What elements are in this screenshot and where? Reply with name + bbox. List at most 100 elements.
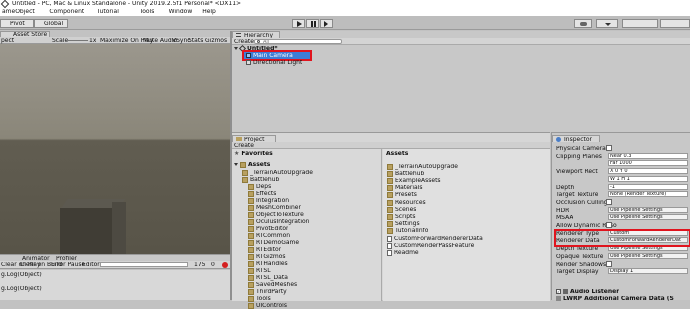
asset-item[interactable]: Presets	[387, 192, 417, 199]
tree-folder[interactable]: UIControls	[248, 302, 287, 309]
account-button[interactable]	[596, 19, 618, 28]
checkbox[interactable]	[606, 222, 612, 228]
collab-button[interactable]	[574, 19, 592, 28]
play-button[interactable]	[292, 19, 305, 28]
tree-folder[interactable]: _TerrainAutoUpgrade	[242, 169, 313, 176]
tab-inspector[interactable]: Inspector	[552, 135, 600, 143]
value-field[interactable]: Near 0.3	[608, 152, 688, 159]
hierarchy-search[interactable]: All	[254, 39, 342, 45]
inspector-row: W 1 H 1	[556, 175, 689, 183]
value-field[interactable]: None (Render Texture)	[608, 191, 688, 198]
menu-item[interactable]: Tools	[140, 9, 155, 15]
menu-item[interactable]: Tutorial	[97, 9, 119, 15]
tree-folder[interactable]: Tools	[248, 295, 271, 302]
log-line[interactable]: g.Log(Object)	[1, 272, 42, 278]
menu-item[interactable]: ameObject	[2, 9, 35, 15]
dropdown-field[interactable]: Use Pipeline Settings	[608, 206, 688, 213]
asset-item[interactable]: Materials	[387, 185, 423, 192]
assets-breadcrumb[interactable]: Assets	[386, 151, 408, 157]
tab-hierarchy[interactable]: Hierarchy	[232, 31, 280, 39]
menu-item[interactable]: Component	[49, 9, 84, 15]
checkbox[interactable]	[606, 145, 612, 151]
menu-item[interactable]: Help	[202, 9, 216, 15]
highlight-box	[554, 229, 690, 247]
tab-project[interactable]: Project	[232, 135, 276, 143]
tree-folder[interactable]: Deps	[248, 183, 271, 190]
tree-folder[interactable]: SavedMeshes	[248, 281, 297, 288]
field-label: Viewport Rect	[556, 169, 598, 176]
log-count[interactable]: 175	[194, 262, 205, 268]
value-field[interactable]: Far 1000	[608, 160, 688, 167]
scale-slider[interactable]	[68, 40, 88, 41]
asset-item[interactable]: TutorialInfo	[387, 228, 428, 235]
asset-item[interactable]: Scenes	[387, 206, 416, 213]
folder-icon	[387, 206, 393, 213]
tree-folder[interactable]: RTSL	[248, 267, 271, 274]
dropdown-field[interactable]: Use Pipeline Settings	[608, 252, 688, 259]
expand-arrow-icon	[234, 47, 238, 50]
asset-item[interactable]: Battlehub	[387, 170, 424, 177]
folder-icon	[248, 225, 254, 232]
tree-folder[interactable]: ThirdParty	[248, 288, 287, 295]
project-tree: ★ Favorites Assets _TerrainAutoUpgrade Ba…	[232, 149, 382, 309]
pivot-button[interactable]: Pivot	[0, 19, 34, 28]
checkbox[interactable]	[606, 260, 612, 267]
global-button[interactable]: Global	[34, 19, 68, 28]
game-view[interactable]	[0, 44, 230, 258]
folder-icon	[248, 288, 254, 295]
step-icon	[324, 21, 328, 27]
checkbox-checked-icon[interactable]: ✓	[556, 289, 561, 294]
tree-folder[interactable]: RTGizmos	[248, 253, 286, 260]
asset-item[interactable]: Settings	[387, 221, 420, 228]
folder-icon	[387, 185, 393, 192]
favorites-row[interactable]: ★ Favorites	[234, 150, 273, 157]
asset-item[interactable]: CustomRenderPassFeature	[387, 242, 474, 249]
checkbox[interactable]	[606, 198, 612, 205]
tree-folder[interactable]: MeshCombiner	[248, 204, 301, 211]
editor-dropdown[interactable]: Editor	[82, 262, 100, 268]
tree-folder[interactable]: Integration	[248, 197, 289, 204]
pause-button[interactable]	[306, 19, 319, 28]
asset-item[interactable]: Readme	[387, 249, 419, 256]
layers-button[interactable]	[622, 19, 658, 28]
folder-icon	[236, 137, 242, 141]
asset-item[interactable]: Scripts	[387, 213, 416, 220]
hierarchy-item-directional-light[interactable]: Directional Light	[246, 59, 302, 66]
tree-folder[interactable]: Battlehub	[242, 176, 279, 183]
play-icon	[297, 21, 302, 27]
tree-folder[interactable]: RTCommon	[248, 232, 290, 239]
tree-folder[interactable]: RTDemoGame	[248, 239, 299, 246]
assets-row[interactable]: Assets	[234, 161, 270, 168]
dropdown-field[interactable]: Use Pipeline Settings	[608, 214, 688, 221]
warning-count[interactable]: 0	[211, 262, 215, 268]
asset-item[interactable]: Resources	[387, 199, 426, 206]
hierarchy-panel: Hierarchy Create All Untitled* Main Came…	[232, 31, 690, 132]
tree-folder[interactable]: RTHandles	[248, 260, 288, 267]
tree-folder[interactable]: Effects	[248, 190, 276, 197]
menu-item[interactable]: Window	[169, 9, 193, 15]
tree-folder[interactable]: RTEditor	[248, 246, 281, 253]
step-button[interactable]	[320, 19, 333, 28]
console-search-field[interactable]	[100, 262, 188, 267]
asset-file-icon	[387, 242, 392, 249]
dropdown-field[interactable]: Display 1	[608, 268, 688, 275]
folder-icon	[248, 302, 254, 309]
tree-folder[interactable]: ObjectToTexture	[248, 211, 304, 218]
component-audio-listener[interactable]: ✓ Audio Listener	[556, 288, 619, 295]
value-field[interactable]: X 0 Y 0	[608, 168, 688, 175]
error-pause-toggle[interactable]: Error Pause	[51, 262, 85, 268]
value-field[interactable]: -1	[608, 183, 688, 190]
value-field[interactable]: W 1 H 1	[608, 175, 688, 182]
layout-button[interactable]	[660, 19, 690, 28]
tree-folder[interactable]: RTSL_Data	[248, 274, 288, 281]
log-line[interactable]: g.Log(Object)	[1, 286, 42, 292]
tree-folder[interactable]: PivotEditor	[248, 225, 288, 232]
asset-item[interactable]: ExampleAssets	[387, 177, 441, 184]
tree-folder[interactable]: OculusIntegration	[248, 218, 309, 225]
asset-item[interactable]: _TerrainAutoUpgrade	[387, 163, 458, 170]
console-log[interactable]: g.Log(Object) g.Log(Object)	[0, 270, 230, 300]
asset-item[interactable]: CustomForwardRendererData	[387, 235, 483, 242]
component-lwrp-camera-data[interactable]: LWRP Additional Camera Data (S	[556, 295, 674, 302]
gameobject-icon	[246, 60, 251, 65]
folder-icon	[387, 192, 393, 199]
